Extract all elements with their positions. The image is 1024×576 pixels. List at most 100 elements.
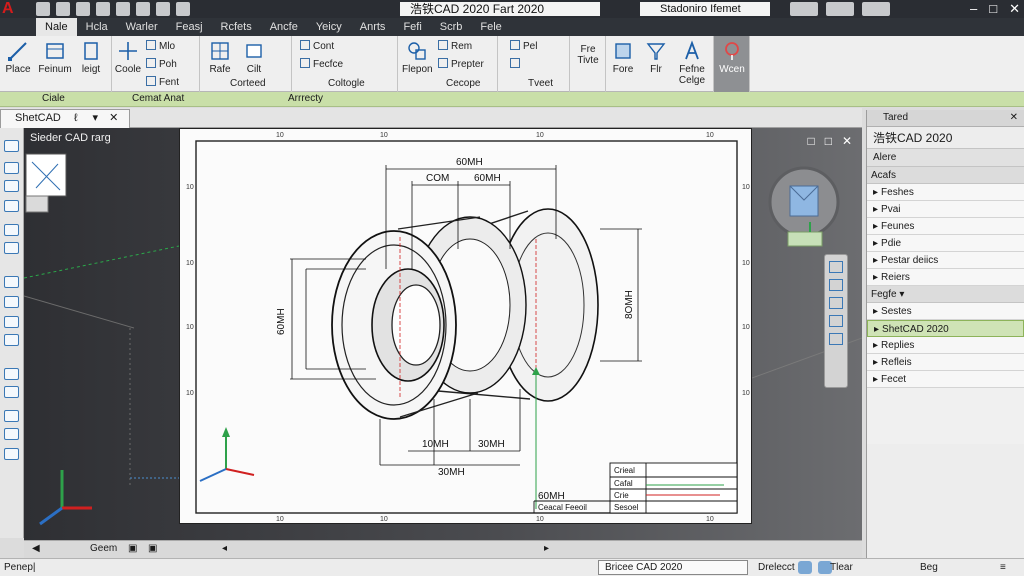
tool-select-icon[interactable] (4, 162, 19, 174)
drawing-sheet[interactable]: 10 10 10 10 10 10 10 10 10 10 10 10 10 10 10 10 (179, 128, 752, 524)
dropdown-arrow-icon[interactable]: ▾ (93, 112, 99, 124)
palette-item[interactable]: ▸ Pvai (867, 201, 1024, 218)
app-logo[interactable]: A (2, 0, 34, 18)
palette-item[interactable]: ▸ Feshes (867, 184, 1024, 201)
palette-subheader[interactable]: Alere (867, 149, 1024, 167)
redo-icon[interactable] (156, 2, 170, 16)
tab-manage[interactable]: Ancfe (261, 18, 307, 36)
paste-button[interactable] (510, 58, 523, 70)
close-tab-icon[interactable]: ✕ (109, 112, 118, 124)
tab-home[interactable]: Nale (36, 18, 77, 36)
scroll-left-icon[interactable]: ◂ (222, 543, 227, 554)
tab-annotate[interactable]: Warler (117, 18, 167, 36)
tool-table-icon[interactable] (4, 448, 19, 460)
pel-button[interactable]: Pel (510, 40, 537, 52)
command-prompt[interactable]: Penep| (4, 562, 36, 573)
tab-insert[interactable]: Hcla (77, 18, 117, 36)
orbit-icon[interactable] (829, 315, 843, 327)
file-tab[interactable]: ShetCAD ℓ ▾ ✕ (0, 109, 130, 128)
exchange-icon[interactable] (826, 2, 854, 16)
poh-button[interactable]: Poh (146, 58, 177, 70)
tab-addins[interactable]: Anrts (351, 18, 395, 36)
menu-icon[interactable]: ≡ (1000, 562, 1006, 573)
cemat-label[interactable]: Cemat Anat (132, 92, 184, 106)
scroll-right-icon[interactable]: ▸ (544, 543, 549, 554)
tool-polygon-icon[interactable] (4, 276, 19, 288)
palette-section-top[interactable]: Acafs (867, 167, 1024, 184)
drawing-viewport[interactable]: Sieder CAD rarg □ □ ✕ 10 10 10 10 10 10 10 10 … (24, 128, 862, 540)
palette-item[interactable]: ▸ Replies (867, 337, 1024, 354)
print-icon[interactable] (116, 2, 130, 16)
feinum-button[interactable]: Feinum (38, 40, 72, 75)
coole-button[interactable]: Coole (114, 40, 142, 75)
palette-item[interactable]: ▸ Pestar deiics (867, 252, 1024, 269)
status-drelecct[interactable]: Drelecct (758, 562, 795, 573)
tool-zoom-icon[interactable] (4, 368, 19, 380)
layout-tab-icon[interactable]: ▣ (128, 543, 137, 554)
tool-measure-icon[interactable] (4, 410, 19, 422)
rafe-button[interactable]: Rafe (206, 40, 234, 75)
tab-parametric[interactable]: Feasj (167, 18, 212, 36)
pan-icon[interactable] (829, 279, 843, 291)
save-icon[interactable] (76, 2, 90, 16)
tab-output[interactable]: Yeicy (307, 18, 351, 36)
maximize-viewport-icon[interactable]: □ (825, 134, 832, 148)
prev-layout-icon[interactable]: ◀ (32, 543, 40, 554)
status-beg[interactable]: Beg (920, 562, 938, 573)
tool-block-icon[interactable] (4, 334, 19, 346)
fefne-button[interactable]: Fefne Celge (674, 40, 710, 86)
palette-item[interactable]: ▸ Refleis (867, 354, 1024, 371)
tool-trim-icon[interactable] (4, 296, 19, 308)
tool-text-icon[interactable] (4, 428, 19, 440)
flr-button[interactable]: Flr (642, 40, 670, 75)
snap-icon[interactable] (798, 561, 812, 574)
save-as-icon[interactable] (96, 2, 110, 16)
fecfce-button[interactable]: Fecfce (300, 58, 343, 70)
tool-layer-icon[interactable] (4, 200, 19, 212)
maximize-icon[interactable]: □ (989, 1, 997, 17)
tool-line-icon[interactable] (4, 224, 19, 236)
palette-close-icon[interactable]: ✕ (1010, 110, 1018, 126)
palette-item[interactable]: ▸ Reiers (867, 269, 1024, 286)
fent-button[interactable]: Fent (146, 76, 179, 88)
palette-item[interactable]: ▸ Pdie (867, 235, 1024, 252)
palette-item-selected[interactable]: ▸ ShetCAD 2020 (867, 320, 1024, 337)
close-icon[interactable]: ✕ (1009, 1, 1020, 17)
place-button[interactable]: Place (4, 40, 32, 75)
steering-wheel-icon[interactable] (829, 261, 843, 273)
ciale-label[interactable]: Ciale (42, 92, 65, 106)
palette-item[interactable]: ▸ Fecet (867, 371, 1024, 388)
close-viewport-icon[interactable]: ✕ (842, 134, 852, 148)
help-icon[interactable] (862, 2, 890, 16)
fore-button[interactable]: Fore (608, 40, 638, 75)
open-file-icon[interactable] (56, 2, 70, 16)
status-combo[interactable]: Bricee CAD 2020 (598, 560, 748, 575)
rem-button[interactable]: Rem (438, 40, 472, 52)
leigt-button[interactable]: leigt (76, 40, 106, 75)
layout-tab-2-icon[interactable]: ▣ (148, 543, 157, 554)
tool-copy-icon[interactable] (4, 180, 19, 192)
arrrecty-label[interactable]: Arrrecty (288, 92, 323, 106)
wcen-button[interactable]: Wcen (717, 40, 747, 75)
tool-arc-icon[interactable] (4, 242, 19, 254)
mlo-button[interactable]: Mlo (146, 40, 175, 52)
view-cube[interactable] (766, 158, 846, 258)
tool-orbit-icon[interactable] (4, 386, 19, 398)
flepon-button[interactable]: Flepon (402, 40, 433, 75)
palette-item[interactable]: ▸ Feunes (867, 218, 1024, 235)
cont-button[interactable]: Cont (300, 40, 334, 52)
user-icon[interactable] (790, 2, 818, 16)
viewport-label[interactable]: Sieder CAD rarg (30, 132, 111, 144)
tab-view[interactable]: Rcfets (212, 18, 261, 36)
status-tbar[interactable]: Tlear (830, 562, 853, 573)
search-box[interactable]: Stadoniro Ifemet (640, 2, 770, 16)
tab-express[interactable]: Scrb (431, 18, 472, 36)
model-tab[interactable]: Geem (90, 543, 117, 554)
showmotion-icon[interactable] (829, 333, 843, 345)
tab-featured[interactable]: Fele (471, 18, 510, 36)
zoom-extents-icon[interactable] (829, 297, 843, 309)
dropdown-icon[interactable] (176, 2, 190, 16)
palette-section-mid[interactable]: Fegfe ▾ (867, 286, 1024, 303)
tool-hatch-icon[interactable] (4, 316, 19, 328)
fre-button[interactable]: Fre Tivte (573, 44, 603, 66)
